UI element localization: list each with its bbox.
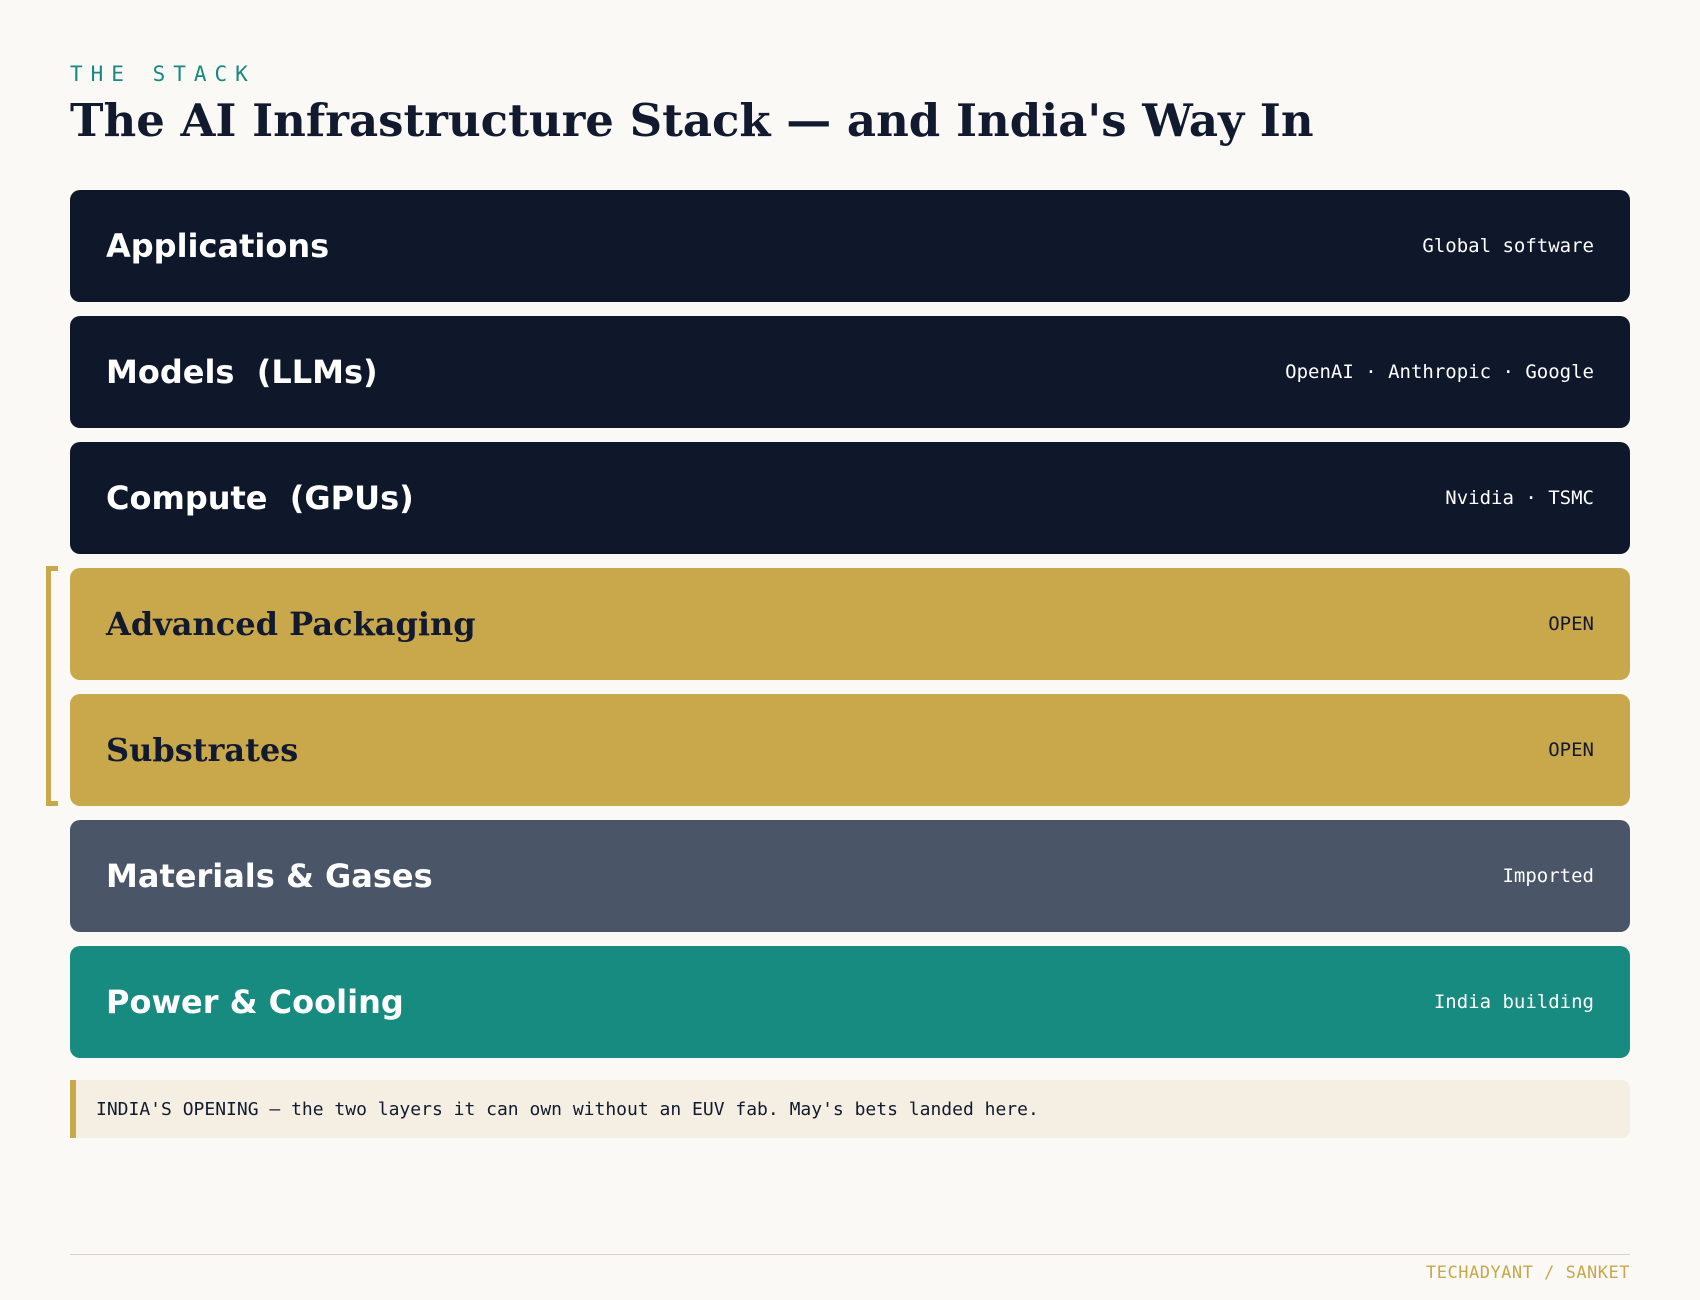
layer-models: Models (LLMs) OpenAI · Anthropic · Googl…: [70, 316, 1630, 428]
india-opening-callout: INDIA'S OPENING — the two layers it can …: [70, 1080, 1630, 1138]
layer-name: Applications: [106, 227, 330, 265]
layer-name: Power & Cooling: [106, 983, 404, 1021]
layer-applications: Applications Global software: [70, 190, 1630, 302]
stack-diagram: Applications Global software Models (LLM…: [70, 190, 1630, 1072]
layer-materials-gases: Materials & Gases Imported: [70, 820, 1630, 932]
layer-name: Substrates: [106, 731, 299, 769]
layer-tag: Imported: [1502, 865, 1594, 887]
layer-name: Materials & Gases: [106, 857, 433, 895]
layer-tag: OPEN: [1548, 739, 1594, 761]
layer-tag: Global software: [1422, 235, 1594, 257]
layer-compute: Compute (GPUs) Nvidia · TSMC: [70, 442, 1630, 554]
layer-advanced-packaging: Advanced Packaging OPEN: [70, 568, 1630, 680]
footer-divider: [70, 1254, 1630, 1255]
page-title: The AI Infrastructure Stack — and India'…: [70, 94, 1314, 147]
layer-name: Models (LLMs): [106, 353, 378, 391]
layer-power-cooling: Power & Cooling India building: [70, 946, 1630, 1058]
layer-tag: OpenAI · Anthropic · Google: [1285, 361, 1594, 383]
india-opening-bracket: [46, 566, 58, 806]
eyebrow-label: THE STACK: [70, 62, 256, 86]
footer-credit: TECHADYANT / SANKET: [1426, 1263, 1630, 1283]
layer-tag: India building: [1433, 991, 1594, 1013]
layer-substrates: Substrates OPEN: [70, 694, 1630, 806]
layer-tag: Nvidia · TSMC: [1445, 487, 1594, 509]
layer-name: Advanced Packaging: [106, 605, 476, 643]
layer-name: Compute (GPUs): [106, 479, 414, 517]
layer-tag: OPEN: [1548, 613, 1594, 635]
